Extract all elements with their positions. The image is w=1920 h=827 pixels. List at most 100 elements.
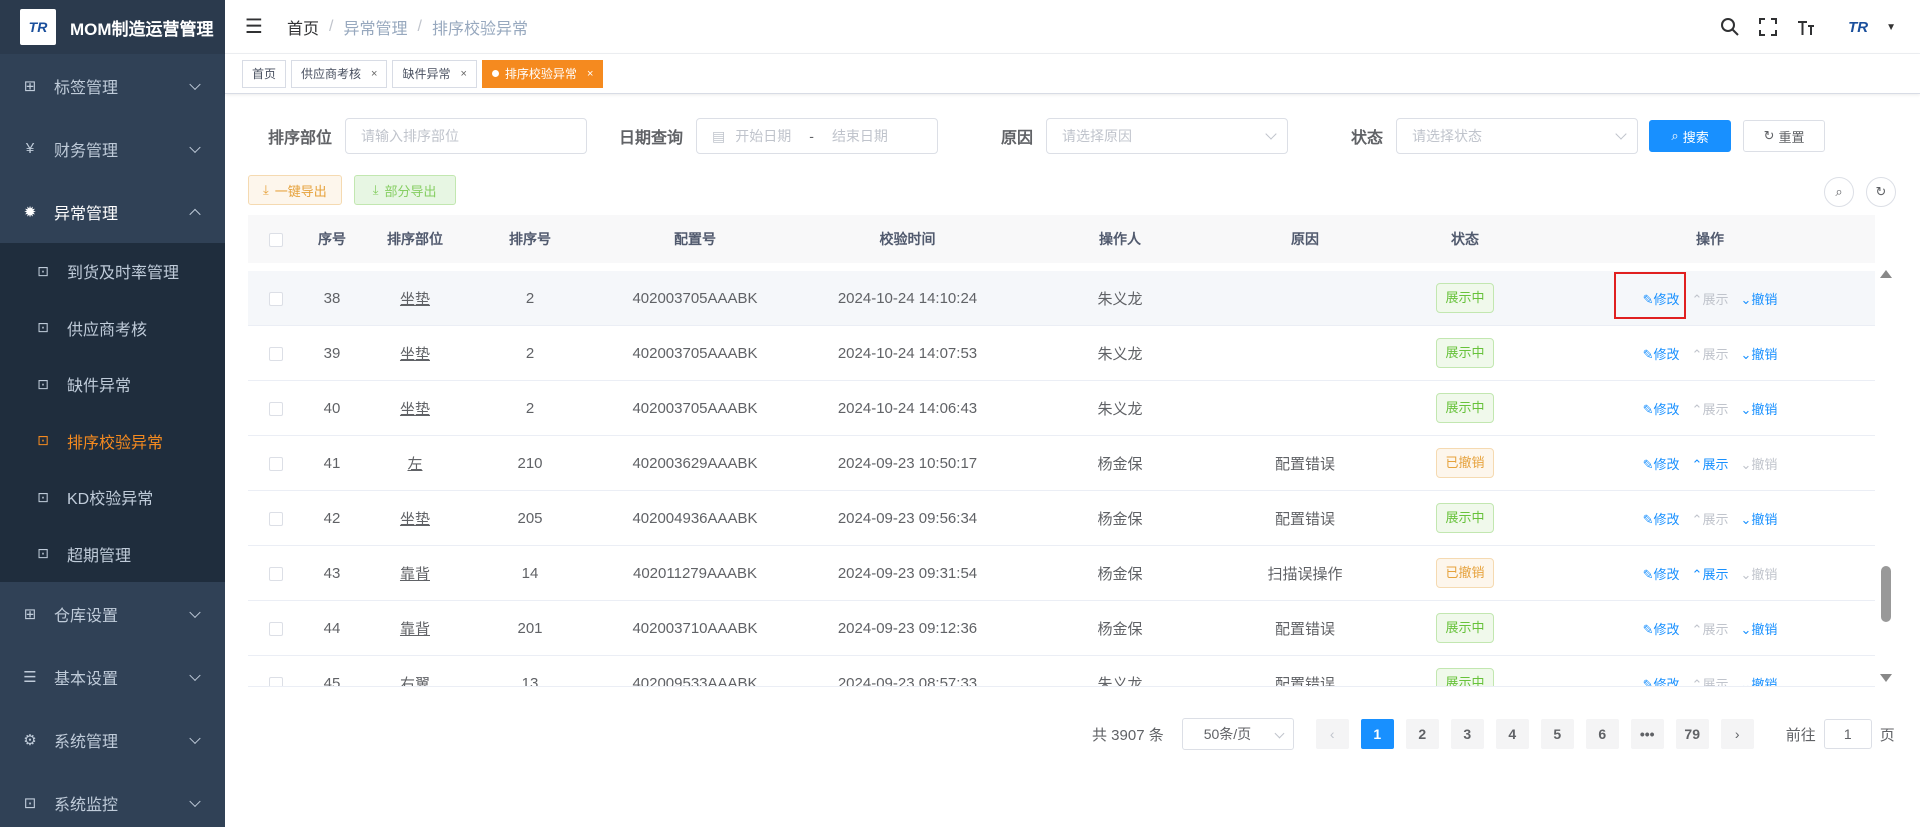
sidebar-subitem-missing-parts[interactable]: ⊡ 缺件异常 [0, 356, 225, 413]
tag-sequence-check[interactable]: 排序校验异常 × [481, 59, 604, 88]
edit-button[interactable]: ✎修改 [1643, 564, 1680, 583]
revoke-button[interactable]: ⌄撤销 [1740, 564, 1777, 583]
reset-button[interactable]: ↻ 重置 [1743, 120, 1826, 152]
revoke-button[interactable]: ⌄撤销 [1740, 344, 1777, 363]
table-row[interactable]: 42 坐垫 205 402004936AAABK 2024-09-23 09:56:34… [248, 491, 1875, 546]
revoke-button[interactable]: ⌄撤销 [1740, 289, 1777, 308]
part-link[interactable]: 靠背 [400, 621, 430, 638]
sidebar-item-label-management[interactable]: ⊞ 标签管理 [0, 54, 225, 117]
scroll-up-icon[interactable] [1880, 270, 1892, 278]
edit-button[interactable]: ✎修改 [1643, 344, 1680, 363]
row-checkbox[interactable] [269, 401, 283, 416]
select-all-checkbox[interactable] [269, 233, 283, 248]
prev-page-button[interactable]: ‹ [1315, 719, 1349, 749]
refresh-table-button[interactable]: ↻ [1866, 177, 1896, 207]
show-button[interactable]: ⌃展示 [1692, 674, 1729, 687]
status-select[interactable]: 请选择状态 [1396, 118, 1639, 154]
table-row[interactable]: 45 右翼 13 402009533AAABK 2024-09-23 08:57:33 朱… [248, 656, 1875, 687]
date-range-picker[interactable]: ▤ 开始日期 - 结束日期 [696, 118, 939, 154]
table-row[interactable]: 41 左 210 402003629AAABK 2024-09-23 10:50:17 杨… [248, 436, 1875, 491]
revoke-button[interactable]: ⌄撤销 [1740, 399, 1777, 418]
part-link[interactable]: 坐垫 [400, 346, 430, 363]
page-button[interactable]: 5 [1540, 719, 1574, 749]
edit-button[interactable]: ✎修改 [1643, 619, 1680, 638]
row-checkbox[interactable] [269, 346, 283, 361]
row-checkbox[interactable] [269, 291, 283, 306]
scroll-thumb[interactable] [1881, 566, 1891, 622]
breadcrumb-home[interactable]: 首页 [287, 15, 319, 39]
scroll-down-icon[interactable] [1880, 674, 1892, 682]
close-icon[interactable]: × [371, 61, 377, 87]
page-ellipsis-button[interactable]: ••• [1630, 719, 1664, 749]
sidebar-item-exception[interactable]: ✹ 异常管理 [0, 180, 225, 243]
export-part-button[interactable]: ⤓ 部分导出 [353, 175, 456, 205]
close-icon[interactable]: × [460, 61, 466, 87]
show-button[interactable]: ⌃展示 [1692, 344, 1729, 363]
show-button[interactable]: ⌃展示 [1692, 454, 1729, 473]
edit-button[interactable]: ✎修改 [1643, 289, 1680, 308]
table-row[interactable]: 43 靠背 14 402011279AAABK 2024-09-23 09:31:54 杨… [248, 546, 1875, 601]
table-row[interactable]: 39 坐垫 2 402003705AAABK 2024-10-24 14:07:53 朱义… [248, 326, 1875, 381]
edit-button[interactable]: ✎修改 [1643, 399, 1680, 418]
goto-page-input[interactable]: 1 [1823, 719, 1872, 749]
caret-down-icon[interactable]: ▼ [1886, 22, 1896, 33]
tag-home[interactable]: 首页 [242, 59, 287, 88]
search-icon[interactable] [1720, 17, 1740, 37]
row-checkbox[interactable] [269, 676, 283, 686]
part-link[interactable]: 靠背 [400, 566, 430, 583]
page-button[interactable]: 2 [1405, 719, 1439, 749]
sidebar-subitem-arrival-rate[interactable]: ⊡ 到货及时率管理 [0, 243, 225, 300]
edit-button[interactable]: ✎修改 [1643, 509, 1680, 528]
next-page-button[interactable]: › [1720, 719, 1754, 749]
row-checkbox[interactable] [269, 566, 283, 581]
sidebar-subitem-overdue[interactable]: ⊡ 超期管理 [0, 526, 225, 583]
tag-missing-parts[interactable]: 缺件异常 × [392, 59, 477, 88]
page-size-select[interactable]: 50条/页 [1181, 718, 1294, 750]
sidebar-item-warehouse[interactable]: ⊞ 仓库设置 [0, 582, 225, 645]
sidebar-subitem-sequence-check[interactable]: ⊡ 排序校验异常 [0, 413, 225, 470]
show-button[interactable]: ⌃展示 [1692, 509, 1729, 528]
row-checkbox[interactable] [269, 621, 283, 636]
page-button[interactable]: 6 [1585, 719, 1619, 749]
sidebar-subitem-kd-check[interactable]: ⊡ KD校验异常 [0, 469, 225, 526]
dept-input[interactable]: 请输入排序部位 [345, 118, 588, 154]
page-button[interactable]: 1 [1360, 719, 1394, 749]
close-icon[interactable]: × [587, 61, 593, 87]
sidebar-item-system-management[interactable]: ⚙ 系统管理 [0, 708, 225, 771]
revoke-button[interactable]: ⌄撤销 [1740, 509, 1777, 528]
part-link[interactable]: 左 [407, 456, 422, 473]
revoke-button[interactable]: ⌄撤销 [1740, 674, 1777, 687]
show-button[interactable]: ⌃展示 [1692, 564, 1729, 583]
show-button[interactable]: ⌃展示 [1692, 289, 1729, 308]
show-button[interactable]: ⌃展示 [1692, 399, 1729, 418]
toggle-search-button[interactable]: ⌕ [1824, 177, 1854, 207]
page-button[interactable]: 4 [1495, 719, 1529, 749]
tag-supplier-assessment[interactable]: 供应商考核 × [291, 59, 388, 88]
row-checkbox[interactable] [269, 511, 283, 526]
part-link[interactable]: 右翼 [400, 676, 430, 687]
row-checkbox[interactable] [269, 456, 283, 471]
export-all-button[interactable]: ⤓ 一键导出 [248, 175, 342, 205]
fullscreen-icon[interactable] [1758, 17, 1778, 37]
table-row[interactable]: 38 坐垫 2 402003705AAABK 2024-10-24 14:10:24 朱义… [248, 271, 1875, 326]
font-size-icon[interactable] [1796, 17, 1816, 37]
part-link[interactable]: 坐垫 [400, 511, 430, 528]
sidebar-item-basic-settings[interactable]: ☰ 基本设置 [0, 645, 225, 708]
part-link[interactable]: 坐垫 [400, 401, 430, 418]
menu-toggle-icon[interactable]: ☰ [245, 14, 265, 39]
page-button[interactable]: 79 [1675, 719, 1709, 749]
edit-button[interactable]: ✎修改 [1643, 674, 1680, 687]
table-row[interactable]: 40 坐垫 2 402003705AAABK 2024-10-24 14:06:43 朱义… [248, 381, 1875, 436]
avatar[interactable]: TR [1838, 15, 1878, 39]
show-button[interactable]: ⌃展示 [1692, 619, 1729, 638]
search-button[interactable]: ⌕ 搜索 [1649, 120, 1732, 152]
part-link[interactable]: 坐垫 [400, 291, 430, 308]
revoke-button[interactable]: ⌄撤销 [1740, 454, 1777, 473]
sidebar-item-system-monitor[interactable]: ⊡ 系统监控 [0, 771, 225, 827]
edit-button[interactable]: ✎修改 [1643, 454, 1680, 473]
reason-select[interactable]: 请选择原因 [1046, 118, 1289, 154]
sidebar-subitem-supplier-assessment[interactable]: ⊡ 供应商考核 [0, 300, 225, 357]
sidebar-item-finance[interactable]: ¥ 财务管理 [0, 117, 225, 180]
table-row[interactable]: 44 靠背 201 402003710AAABK 2024-09-23 09:12:36… [248, 601, 1875, 656]
revoke-button[interactable]: ⌄撤销 [1740, 619, 1777, 638]
